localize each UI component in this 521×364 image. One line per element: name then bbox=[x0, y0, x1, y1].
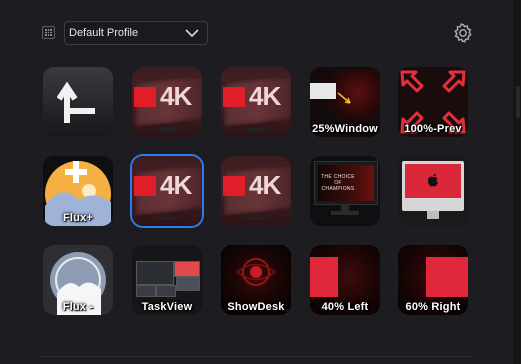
profile-dropdown[interactable]: Default Profile bbox=[64, 21, 208, 45]
back-arrow-icon bbox=[57, 81, 95, 123]
divider bbox=[40, 356, 472, 357]
display-4k-art: 4K bbox=[132, 67, 202, 137]
imac-key[interactable] bbox=[398, 156, 468, 226]
display-4k-key-4[interactable]: 4K bbox=[221, 156, 291, 226]
key-label: 25%Window bbox=[312, 123, 378, 135]
showdesk-key[interactable]: ShowDesk bbox=[221, 245, 291, 315]
profile-dropdown-value: Default Profile bbox=[69, 27, 139, 39]
display-4k-art: 4K bbox=[221, 67, 291, 137]
cursor-arrow-icon bbox=[337, 92, 351, 104]
prev-100-key[interactable]: 100%-Prev bbox=[398, 67, 468, 137]
monitor-art: THE CHOICE OF CHAMPIONS bbox=[310, 156, 380, 226]
chevron-down-icon bbox=[185, 29, 199, 38]
key-label: Flux+ bbox=[62, 212, 94, 224]
apple-logo-icon bbox=[428, 173, 438, 187]
display-4k-key-2[interactable]: 4K bbox=[221, 67, 291, 137]
right-panel-edge bbox=[513, 0, 521, 364]
grid-icon[interactable] bbox=[42, 26, 55, 39]
key-label: TaskView bbox=[141, 301, 193, 313]
gear-icon[interactable] bbox=[452, 22, 474, 44]
right-60-key[interactable]: 60% Right bbox=[398, 245, 468, 315]
monitor-key[interactable]: THE CHOICE OF CHAMPIONS bbox=[310, 156, 380, 226]
key-label: 100%-Prev bbox=[404, 123, 462, 135]
key-label: 40% Left bbox=[321, 301, 369, 313]
stream-deck-app: Default Profile 4K 4K 25%Window 100%-Pre… bbox=[0, 0, 521, 364]
display-4k-key-3[interactable]: 4K bbox=[132, 156, 202, 226]
scrollbar-thumb[interactable] bbox=[516, 86, 520, 118]
key-label: ShowDesk bbox=[227, 301, 285, 313]
display-4k-art: 4K bbox=[132, 156, 202, 226]
flux-plus-key[interactable]: Flux+ bbox=[43, 156, 113, 226]
flux-minus-key[interactable]: Flux - bbox=[43, 245, 113, 315]
taskview-key[interactable]: TaskView bbox=[132, 245, 202, 315]
back-key[interactable] bbox=[43, 67, 113, 137]
display-4k-art: 4K bbox=[221, 156, 291, 226]
key-label: Flux - bbox=[62, 301, 94, 313]
window-25-key[interactable]: 25%Window bbox=[310, 67, 380, 137]
left-40-key[interactable]: 40% Left bbox=[310, 245, 380, 315]
imac-art bbox=[398, 156, 468, 226]
display-4k-key-1[interactable]: 4K bbox=[132, 67, 202, 137]
key-label: 60% Right bbox=[405, 301, 461, 313]
